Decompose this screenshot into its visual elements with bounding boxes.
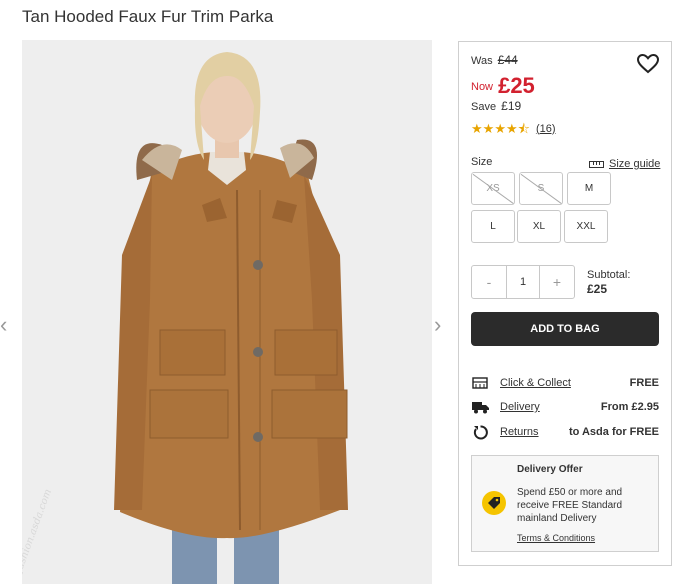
review-count-link[interactable]: (16) — [536, 123, 556, 135]
size-guide-label: Size guide — [609, 158, 661, 170]
delivery-option-click-collect: Click & Collect FREE — [471, 374, 659, 392]
save-price: Save £19 — [471, 99, 521, 113]
subtotal-value: £25 — [587, 282, 608, 296]
size-option-xxl[interactable]: XXL — [564, 210, 608, 243]
click-collect-link[interactable]: Click & Collect — [500, 377, 571, 389]
delivery-offer-box: Delivery Offer Spend £50 or more and rec… — [471, 455, 659, 552]
next-image-button[interactable]: › — [434, 314, 441, 336]
returns-link[interactable]: Returns — [500, 426, 539, 438]
delivery-option-returns: Returns to Asda for FREE — [471, 423, 659, 441]
save-value: £19 — [501, 99, 522, 113]
add-to-bag-button[interactable]: ADD TO BAG — [471, 312, 659, 346]
purchase-panel: Was £44 Now £25 Save £19 ★ ★ ★ ★ ⯪ (16) … — [458, 41, 672, 566]
size-option-s[interactable]: S — [519, 172, 563, 205]
size-option-m[interactable]: M — [567, 172, 611, 205]
quantity-input[interactable]: 1 — [506, 266, 540, 298]
click-collect-value: FREE — [629, 377, 659, 389]
product-title: Tan Hooded Faux Fur Trim Parka — [22, 7, 274, 26]
offer-title: Delivery Offer — [517, 464, 583, 475]
product-image: fashion.asda.com — [22, 40, 432, 584]
size-label: Size — [471, 156, 493, 168]
delivery-link[interactable]: Delivery — [500, 401, 540, 413]
store-icon — [471, 376, 489, 390]
delivery-option-delivery: Delivery From £2.95 — [471, 398, 659, 416]
now-value: £25 — [498, 73, 535, 98]
ruler-icon — [589, 160, 604, 168]
size-option-l[interactable]: L — [471, 210, 515, 243]
size-option-xs[interactable]: XS — [471, 172, 515, 205]
return-icon — [471, 424, 489, 439]
truck-icon — [471, 400, 489, 414]
was-price: Was £44 — [471, 53, 518, 67]
was-value: £44 — [497, 53, 518, 67]
offer-text: Spend £50 or more and receive FREE Stand… — [517, 487, 623, 524]
was-label: Was — [471, 55, 493, 67]
quantity-increase-button[interactable]: + — [540, 266, 574, 298]
quantity-stepper: - 1 + — [471, 265, 575, 299]
star-icon: ★ — [505, 121, 518, 136]
delivery-value: From £2.95 — [600, 401, 659, 413]
size-option-xl[interactable]: XL — [517, 210, 561, 243]
subtotal: Subtotal: £25 — [587, 268, 630, 296]
star-rating[interactable]: ★ ★ ★ ★ ⯪ (16) — [471, 122, 556, 135]
now-price: Now £25 — [471, 70, 535, 98]
quantity-decrease-button[interactable]: - — [472, 266, 506, 298]
star-icon: ★ — [482, 121, 495, 136]
save-label: Save — [471, 101, 497, 113]
subtotal-label: Subtotal: — [587, 269, 631, 281]
wishlist-heart-icon[interactable] — [636, 53, 660, 79]
half-star-icon: ⯪ — [517, 121, 530, 136]
terms-conditions-link[interactable]: Terms & Conditions — [517, 533, 595, 543]
tag-icon — [482, 491, 506, 515]
previous-image-button[interactable]: ‹ — [0, 314, 7, 336]
star-icon: ★ — [494, 121, 506, 136]
returns-value: to Asda for FREE — [568, 426, 659, 438]
size-guide-link[interactable]: Size guide — [589, 158, 660, 170]
now-label: Now — [471, 81, 494, 93]
star-icon: ★ — [471, 121, 483, 136]
parka-photo — [22, 40, 432, 584]
